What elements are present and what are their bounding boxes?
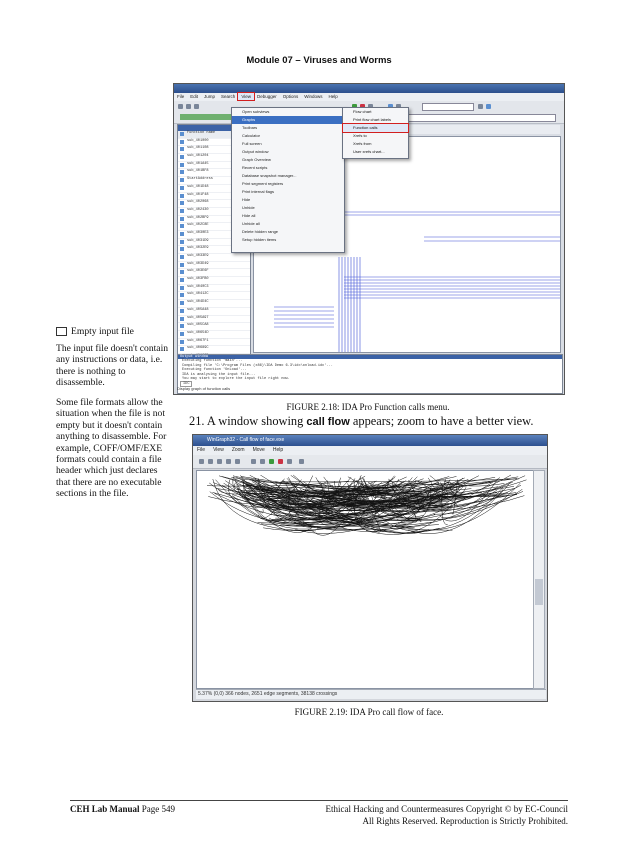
zoom-out-icon[interactable] (208, 459, 213, 464)
step-text-before: A window showing (206, 414, 307, 428)
side-note-body: The input file doesn't contain any instr… (56, 343, 169, 389)
wingraph-toolbar (193, 455, 547, 469)
circle-icon[interactable] (260, 459, 265, 464)
view-menu-item[interactable]: Graph Overview (232, 156, 344, 164)
graphs-submenu-item[interactable]: Flow chart (343, 108, 408, 116)
layout-icon[interactable] (287, 459, 292, 464)
grid-icon[interactable] (226, 459, 231, 464)
vertical-scrollbar[interactable] (533, 470, 545, 689)
step-bold-term: call flow (306, 416, 350, 428)
side-note-formats: Some file formats allow the situation wh… (56, 397, 167, 500)
menu-item-view[interactable]: View (209, 447, 228, 453)
view-menu-item[interactable]: Database snapshot manager... (232, 172, 344, 180)
green-icon[interactable] (269, 459, 274, 464)
view-menu-item[interactable]: Delete hidden range (232, 228, 344, 236)
view-menu-item[interactable]: Calculator (232, 132, 344, 140)
menu-item-file[interactable]: File (193, 447, 209, 453)
view-menu-item[interactable]: Hide all (232, 212, 344, 220)
function-row[interactable]: sub_40654D (178, 331, 250, 339)
wingraph-screenshot: WinGraph32 - Call flow of face.exe File V… (192, 434, 548, 702)
view-menu-item[interactable]: Hide (232, 196, 344, 204)
graphs-submenu-item[interactable]: User xrefs chart... (343, 148, 408, 156)
view-menu-dropdown[interactable]: Open subviews Graphs Toolbars Calculator Ful… (231, 107, 345, 253)
menu-item-jump[interactable]: Jump (201, 93, 218, 100)
menu-item-debugger[interactable]: Debugger (254, 93, 280, 100)
menu-item-options[interactable]: Options (280, 93, 302, 100)
view-menu-item[interactable]: Full screen (232, 140, 344, 148)
ida-pro-screenshot: File Edit Jump Search View Debugger Options Win… (173, 83, 565, 395)
ida-menu-bar: File Edit Jump Search View Debugger Options Win… (174, 92, 564, 101)
ida-status-bar: Display graph of function calls (177, 386, 231, 391)
view-menu-item[interactable]: Output window (232, 148, 344, 156)
step-text-after: appears; zoom to have a better view. (349, 414, 534, 428)
view-menu-item[interactable]: Graphs (232, 116, 344, 124)
ida-title-bar (174, 84, 564, 93)
graphs-submenu-item[interactable]: Function calls (342, 123, 409, 133)
view-menu-item[interactable]: Print segment registers (232, 180, 344, 188)
note-title-text: Empty input file (71, 326, 134, 337)
move-icon[interactable] (235, 459, 240, 464)
step-21: 21. A window showing call flow appears; … (189, 414, 569, 429)
menu-item-view[interactable]: View (237, 92, 255, 101)
view-menu-item[interactable]: Unhide (232, 204, 344, 212)
view-menu-item[interactable]: Open subviews (232, 108, 344, 116)
view-menu-item[interactable]: Toolbars (232, 124, 344, 132)
footer-left: CEH Lab Manual Page 549 (70, 804, 175, 814)
graphs-submenu[interactable]: Flow chart Print flow chart labels Functio… (342, 107, 409, 159)
figure-caption-2: FIGURE 2.19: IDA Pro call flow of face. (294, 707, 444, 717)
function-row[interactable]: sub_405A48 (178, 308, 250, 316)
scroll-thumb[interactable] (535, 579, 543, 605)
menu-item-edit[interactable]: Edit (187, 93, 201, 100)
output-window[interactable]: Output window Executing function 'main'.… (177, 354, 563, 394)
menu-item-search[interactable]: Search (218, 93, 238, 100)
module-title: Module 07 – Viruses and Worms (246, 55, 392, 66)
function-row[interactable]: sub_4033E9 (178, 254, 250, 262)
footer-copyright: Ethical Hacking and Countermeasures Copy… (325, 804, 568, 814)
back-icon[interactable] (251, 459, 256, 464)
figure-caption-1: FIGURE 2.18: IDA Pro Function calls menu… (286, 402, 450, 412)
step-number: 21. (189, 414, 205, 428)
settings-icon[interactable] (299, 459, 304, 464)
view-menu-item[interactable]: Setup hidden items (232, 236, 344, 244)
function-row[interactable]: sub_405CA8 (178, 323, 250, 331)
function-row[interactable]: sub_403E6F (178, 269, 250, 278)
menu-item-windows[interactable]: Windows (301, 93, 325, 100)
menu-item-help[interactable]: Help (269, 447, 287, 453)
footer-rights: All Rights Reserved. Reproduction is Str… (362, 816, 568, 826)
function-row[interactable]: sub_404D4C (178, 300, 250, 308)
graphs-submenu-item[interactable]: Print flow chart labels (343, 116, 408, 124)
menu-item-help[interactable]: Help (326, 93, 341, 100)
function-row[interactable]: sub_403FB0 (178, 277, 250, 285)
zoom-fit-icon[interactable] (217, 459, 222, 464)
footer-divider (70, 800, 568, 801)
wingraph-title-bar: WinGraph32 - Call flow of face.exe (193, 435, 547, 446)
footer-page: Page 549 (139, 804, 176, 814)
call-flow-graph (206, 474, 527, 536)
graphs-submenu-item[interactable]: Xrefs to (343, 132, 408, 140)
function-row[interactable]: sub_40412C (178, 292, 250, 301)
ida-tab-strip (404, 125, 560, 134)
call-flow-canvas[interactable] (196, 470, 534, 689)
menu-item-file[interactable]: File (174, 93, 187, 100)
view-menu-item[interactable]: Print internal flags (232, 188, 344, 196)
red-icon[interactable] (278, 459, 283, 464)
zoom-in-icon[interactable] (199, 459, 204, 464)
view-menu-item[interactable]: Unhide all (232, 220, 344, 228)
view-menu-item[interactable]: Recent scripts (232, 164, 344, 172)
note-icon (56, 327, 67, 337)
wingraph-menu-bar: File View Zoom Move Help (193, 446, 547, 455)
graphs-submenu-item[interactable]: Xrefs from (343, 140, 408, 148)
footer-manual: CEH Lab Manual (70, 804, 140, 814)
wingraph-status-bar: 5.37% (0,0) 366 nodes, 2651 edge segment… (196, 689, 546, 699)
output-line: You may start to explore the input file … (182, 376, 290, 381)
menu-item-move[interactable]: Move (249, 447, 269, 453)
menu-item-zoom[interactable]: Zoom (228, 447, 249, 453)
function-row[interactable]: sub_40689C (178, 346, 250, 354)
side-note-title: Empty input file (56, 326, 174, 337)
